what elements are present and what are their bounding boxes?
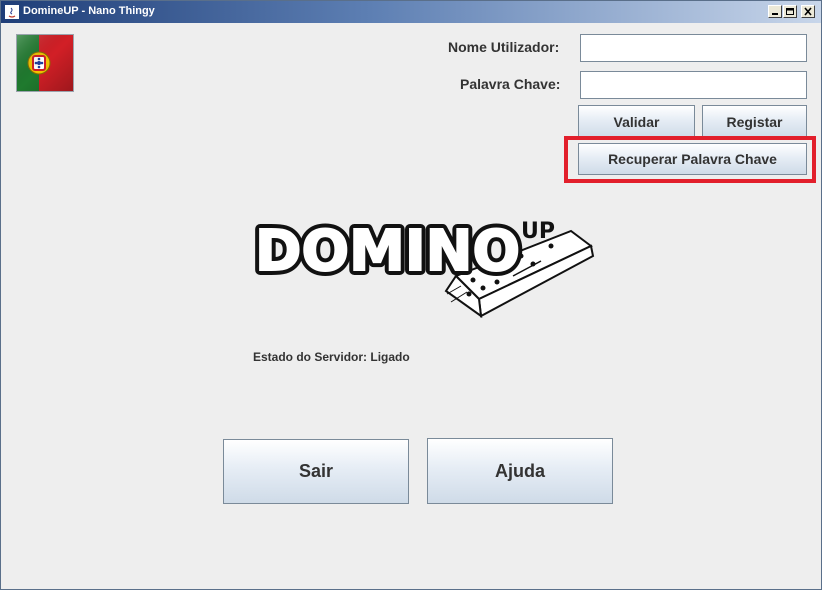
server-status: Estado do Servidor: Ligado [253,350,410,364]
username-label: Nome Utilizador: [448,39,560,55]
window-title: DomineUP - Nano Thingy [23,5,155,17]
logo-wordmark-inner: DOMINO [255,219,520,284]
password-input[interactable] [580,71,807,99]
portugal-flag-icon [17,35,73,91]
server-status-value: Ligado [370,350,410,364]
register-button[interactable]: Registar [702,105,807,138]
minimize-icon [772,13,778,15]
exit-button[interactable]: Sair [223,439,409,504]
app-window: DomineUP - Nano Thingy Nome Utilizador: … [0,0,822,590]
recover-password-button[interactable]: Recuperar Palavra Chave [578,143,807,175]
maximize-icon [786,8,794,15]
username-input[interactable] [580,34,807,62]
language-flag-button[interactable] [16,34,74,92]
help-button[interactable]: Ajuda [427,438,613,504]
server-status-label: Estado do Servidor: [253,350,368,364]
maximize-button[interactable] [783,5,797,18]
java-app-icon [5,4,19,19]
domino-up-logo: DOMINO DOMINO UP [250,206,596,324]
logo-superscript: UP [521,219,555,244]
close-button[interactable] [801,5,815,18]
validate-button[interactable]: Validar [578,105,695,138]
close-icon [804,7,812,16]
title-bar[interactable]: DomineUP - Nano Thingy [1,1,821,23]
password-label: Palavra Chave: [460,76,561,92]
minimize-button[interactable] [768,5,782,18]
